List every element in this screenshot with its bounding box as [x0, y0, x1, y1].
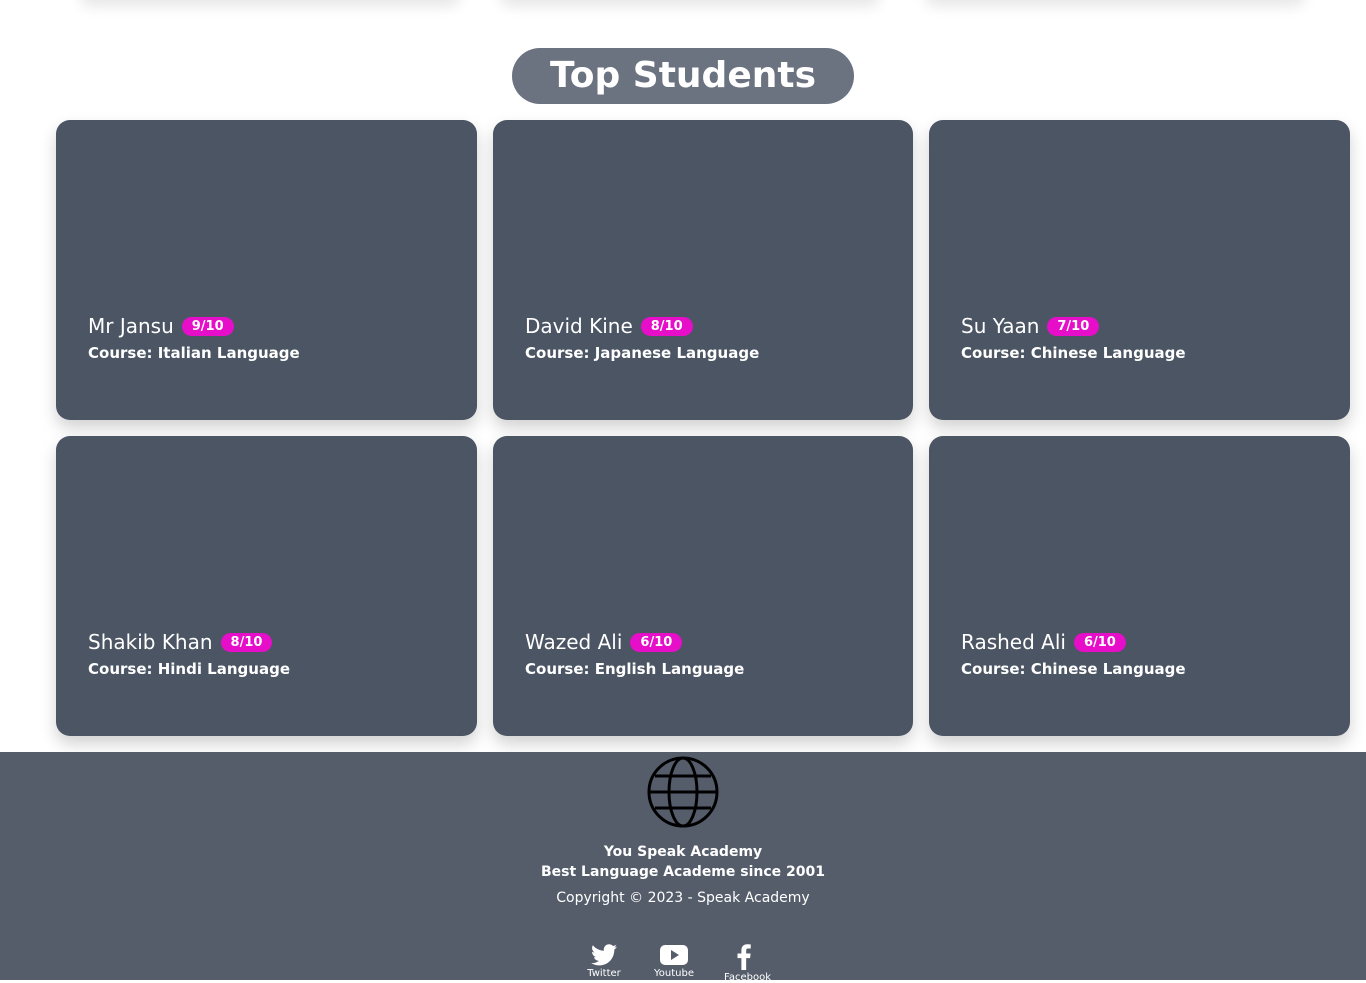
facebook-link[interactable]: Facebook: [724, 944, 771, 983]
youtube-link[interactable]: Youtube: [654, 944, 694, 983]
youtube-icon: [654, 944, 694, 966]
student-course: Course: Italian Language: [88, 344, 300, 362]
score-badge: 6/10: [630, 632, 683, 652]
student-name: Rashed Ali: [961, 630, 1066, 654]
student-info: David Kine 8/10 Course: Japanese Languag…: [525, 314, 759, 362]
student-course: Course: Chinese Language: [961, 660, 1186, 678]
student-course: Course: Hindi Language: [88, 660, 290, 678]
student-name-row: Mr Jansu 9/10: [88, 314, 300, 338]
copyright-text: Copyright © 2023 - Speak Academy: [556, 890, 810, 906]
footer: You Speak Academy Best Language Academe …: [0, 752, 1366, 983]
student-card[interactable]: Wazed Ali 6/10 Course: English Language: [493, 436, 913, 736]
student-name: David Kine: [525, 314, 633, 338]
student-name-row: Shakib Khan 8/10: [88, 630, 290, 654]
student-name: Shakib Khan: [88, 630, 213, 654]
student-name: Su Yaan: [961, 314, 1040, 338]
student-info: Wazed Ali 6/10 Course: English Language: [525, 630, 744, 678]
student-name-row: Wazed Ali 6/10: [525, 630, 744, 654]
student-info: Mr Jansu 9/10 Course: Italian Language: [88, 314, 300, 362]
student-card[interactable]: Mr Jansu 9/10 Course: Italian Language: [56, 120, 477, 420]
footer-branding: You Speak Academy Best Language Academe …: [0, 842, 1366, 882]
student-card[interactable]: David Kine 8/10 Course: Japanese Languag…: [493, 120, 913, 420]
facebook-icon: [724, 944, 764, 970]
student-name: Mr Jansu: [88, 314, 174, 338]
academy-name: You Speak Academy: [603, 844, 763, 860]
facebook-label: Facebook: [724, 972, 771, 983]
student-info: Shakib Khan 8/10 Course: Hindi Language: [88, 630, 290, 678]
social-links: Twitter Youtube Facebook: [584, 944, 771, 983]
student-name-row: Su Yaan 7/10: [961, 314, 1186, 338]
score-badge: 6/10: [1073, 632, 1126, 652]
previous-section-edge: [0, 0, 1366, 20]
score-badge: 8/10: [220, 632, 273, 652]
score-badge: 7/10: [1047, 316, 1100, 336]
twitter-icon: [584, 944, 624, 966]
student-name-row: Rashed Ali 6/10: [961, 630, 1186, 654]
student-name-row: David Kine 8/10: [525, 314, 759, 338]
student-card[interactable]: Shakib Khan 8/10 Course: Hindi Language: [56, 436, 477, 736]
student-course: Course: English Language: [525, 660, 745, 678]
score-badge: 8/10: [640, 316, 693, 336]
student-card[interactable]: Rashed Ali 6/10 Course: Chinese Language: [929, 436, 1350, 736]
section-title: Top Students: [512, 48, 854, 104]
academy-tagline: Best Language Academe since 2001: [540, 864, 825, 880]
student-info: Su Yaan 7/10 Course: Chinese Language: [961, 314, 1186, 362]
twitter-link[interactable]: Twitter: [584, 944, 624, 983]
score-badge: 9/10: [181, 316, 234, 336]
student-course: Course: Japanese Language: [525, 344, 760, 362]
student-card[interactable]: Su Yaan 7/10 Course: Chinese Language: [929, 120, 1350, 420]
student-course: Course: Chinese Language: [961, 344, 1186, 362]
student-name: Wazed Ali: [525, 630, 623, 654]
students-grid: Mr Jansu 9/10 Course: Italian Language D…: [56, 120, 1350, 736]
twitter-label: Twitter: [587, 968, 621, 979]
student-info: Rashed Ali 6/10 Course: Chinese Language: [961, 630, 1186, 678]
globe-icon: [647, 756, 719, 828]
youtube-label: Youtube: [654, 968, 694, 979]
